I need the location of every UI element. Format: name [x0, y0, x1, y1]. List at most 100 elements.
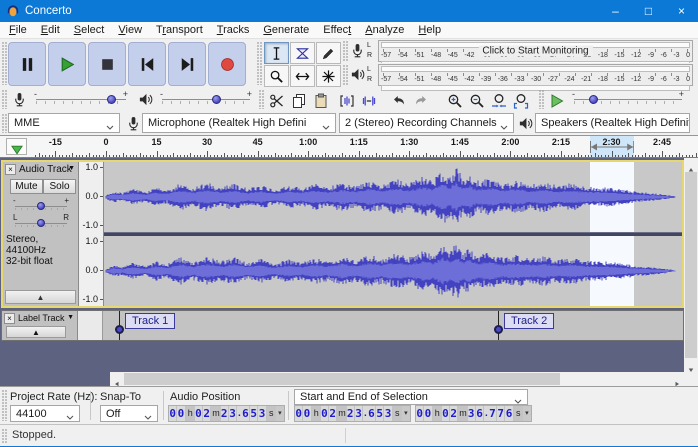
horizontal-scroll-thumb[interactable] — [124, 373, 560, 385]
audio-position-field[interactable]: 0 0 h 0 2 m 2 3. 6 5 3 s ▾ — [168, 405, 285, 422]
track-area[interactable]: × Audio Track ▼ Mute Solo - + L R Stereo… — [0, 158, 698, 372]
selection-mode-select[interactable]: Start and End of Selection — [294, 389, 528, 405]
tools-toolbar-grip[interactable] — [257, 42, 262, 85]
audio-track[interactable]: × Audio Track ▼ Mute Solo - + L R Stereo… — [1, 160, 684, 308]
maximize-button[interactable]: □ — [632, 0, 665, 22]
close-button[interactable]: × — [665, 0, 698, 22]
time-field-dropdown-arrow[interactable]: ▾ — [402, 406, 410, 421]
minimize-button[interactable]: – — [599, 0, 632, 22]
zoom-tool-button[interactable] — [264, 65, 289, 87]
undo-button[interactable] — [388, 90, 410, 112]
menu-help[interactable]: Help — [411, 23, 448, 37]
monitoring-hint[interactable]: Click to Start Monitoring — [478, 45, 593, 57]
menu-tracks[interactable]: Tracks — [210, 23, 257, 37]
microphone-icon[interactable] — [350, 43, 365, 58]
paste-button[interactable] — [310, 90, 332, 112]
skip-to-end-button[interactable] — [168, 42, 206, 86]
menu-select[interactable]: Select — [67, 23, 112, 37]
project-rate-select[interactable]: 44100 — [10, 405, 80, 422]
selection-start-field[interactable]: 0 0 h 0 2 m 2 3. 6 5 3 s ▾ — [294, 405, 411, 422]
edit-toolbar-grip[interactable] — [259, 90, 264, 109]
scroll-down-button[interactable] — [684, 358, 698, 372]
redo-button[interactable] — [410, 90, 432, 112]
silence-audio-button[interactable] — [358, 90, 380, 112]
snap-to-select[interactable]: Off — [100, 405, 158, 422]
menu-generate[interactable]: Generate — [256, 23, 316, 37]
mute-button[interactable]: Mute — [10, 179, 43, 194]
audio-host-select[interactable]: MME — [8, 113, 120, 133]
copy-button[interactable] — [288, 90, 310, 112]
time-shift-tool-button[interactable] — [290, 65, 315, 87]
mixer-toolbar-grip[interactable] — [2, 90, 7, 109]
label-track-menu-arrow[interactable]: ▼ — [67, 314, 74, 321]
menu-transport[interactable]: Transport — [149, 23, 210, 37]
label-track-collapse-button[interactable]: ▲ — [6, 326, 66, 338]
play-at-speed-grip[interactable] — [539, 90, 544, 109]
audio-track-menu-arrow[interactable]: ▼ — [68, 165, 75, 172]
waveform-channel-left[interactable] — [104, 162, 682, 232]
zoom-out-button[interactable] — [466, 90, 488, 112]
zoom-in-button[interactable] — [444, 90, 466, 112]
play-speed-thumb[interactable] — [588, 95, 598, 104]
recording-volume-slider[interactable]: - + — [28, 89, 134, 107]
stop-button[interactable] — [88, 42, 126, 86]
gain-thumb[interactable] — [37, 202, 45, 210]
menu-view[interactable]: View — [111, 23, 149, 37]
playback-volume-thumb[interactable] — [212, 95, 222, 104]
scroll-up-button[interactable] — [684, 158, 698, 172]
menu-analyze[interactable]: Analyze — [358, 23, 411, 37]
selection-toolbar-grip[interactable] — [2, 390, 7, 421]
pan-slider[interactable]: L R — [7, 213, 75, 229]
label-marker-knob[interactable] — [494, 325, 503, 334]
waveform-area[interactable] — [104, 162, 682, 306]
vertical-scale-ruler[interactable]: 1.0 0.0 -1.0 1.0 0.0 -1.0 — [79, 162, 104, 306]
label-marker-knob[interactable] — [115, 325, 124, 334]
recording-meter-scale[interactable]: -57-54-51-48-45-42-39-36-33-30-27-24-21-… — [378, 40, 693, 67]
vertical-scrollbar[interactable] — [684, 158, 698, 372]
recording-meter[interactable]: LR -57-54-51-48-45-42-39-36-33-30-27-24-… — [342, 39, 696, 67]
playback-volume-slider[interactable]: - + — [154, 89, 258, 107]
audio-track-close-button[interactable]: × — [5, 164, 16, 175]
play-button[interactable] — [48, 42, 86, 86]
playback-meter[interactable]: LR -57 -54 -51 -48 -45 -42 -39 -36 -33 -30 -27 -24-… — [342, 63, 696, 91]
play-speed-slider[interactable]: - + — [566, 89, 690, 107]
scroll-right-button[interactable] — [670, 372, 684, 387]
solo-button[interactable]: Solo — [43, 179, 76, 194]
multi-tool-button[interactable] — [316, 65, 341, 87]
selection-end-field[interactable]: 0 0 h 0 2 m 3 6. 7 7 6 s ▾ — [415, 405, 532, 422]
label-track-title[interactable]: Label Track — [18, 313, 65, 323]
audio-track-title[interactable]: Audio Track — [19, 164, 72, 175]
label-text-box[interactable]: Track 2 — [504, 313, 555, 329]
label-track[interactable]: × Label Track ▼ ▲ Track 1 Track 2 — [1, 310, 684, 341]
speaker-icon[interactable] — [350, 67, 365, 82]
recording-device-select[interactable]: Microphone (Realtek High Defini — [142, 113, 336, 133]
cut-button[interactable] — [266, 90, 288, 112]
trim-audio-button[interactable] — [336, 90, 358, 112]
pause-button[interactable] — [8, 42, 46, 86]
device-toolbar-grip[interactable] — [2, 114, 7, 133]
playback-meter-grip[interactable] — [343, 65, 348, 85]
scroll-left-button[interactable] — [110, 372, 124, 387]
label-track-close-button[interactable]: × — [4, 313, 15, 324]
transport-toolbar-grip[interactable] — [2, 42, 7, 85]
record-button[interactable] — [208, 42, 246, 86]
fit-selection-button[interactable] — [488, 90, 510, 112]
time-field-dropdown-arrow[interactable]: ▾ — [523, 406, 531, 421]
time-field-dropdown-arrow[interactable]: ▾ — [276, 406, 284, 421]
timeline-ruler[interactable]: -15 0 15 30 45 1:00 1:15 1:30 1:45 2:00 2:15 2:30 2:… — [0, 136, 698, 158]
label-zone[interactable]: Track 1 Track 2 — [103, 311, 683, 340]
waveform-channel-right[interactable] — [104, 236, 682, 306]
skip-to-start-button[interactable] — [128, 42, 166, 86]
label-text-box[interactable]: Track 1 — [125, 313, 176, 329]
recording-channels-select[interactable]: 2 (Stereo) Recording Channels — [339, 113, 514, 133]
gain-slider[interactable]: - + — [7, 196, 75, 212]
playback-meter-scale[interactable]: -57 -54 -51 -48 -45 -42 -39 -36 -33 -30 -27 -24 -21-… — [378, 64, 693, 91]
draw-tool-button[interactable] — [316, 42, 341, 64]
menu-file[interactable]: File — [2, 23, 34, 37]
horizontal-scrollbar[interactable] — [110, 372, 684, 387]
fit-project-button[interactable] — [510, 90, 532, 112]
track-collapse-button[interactable]: ▲ — [5, 290, 76, 304]
selection-tool-button[interactable] — [264, 42, 289, 64]
menu-edit[interactable]: Edit — [34, 23, 67, 37]
vertical-scroll-thumb[interactable] — [685, 172, 697, 358]
